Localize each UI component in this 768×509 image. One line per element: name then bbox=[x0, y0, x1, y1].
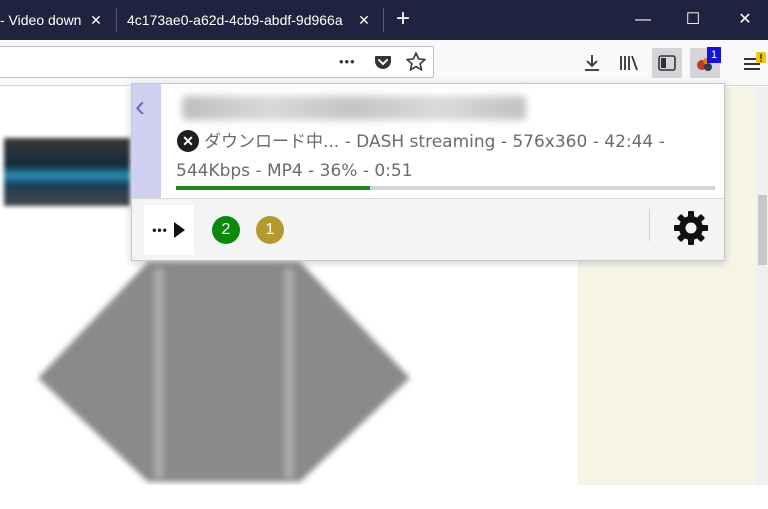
bookmark-star-icon[interactable] bbox=[405, 51, 427, 78]
download-popup: ‹ ✕ ダウンロード中... - DASH streaming - 576x36… bbox=[131, 83, 725, 261]
downloads-icon[interactable] bbox=[577, 48, 607, 78]
settings-gear-icon[interactable] bbox=[670, 207, 712, 249]
video-thumbnail bbox=[4, 138, 130, 206]
more-dots: ••• bbox=[152, 223, 168, 237]
new-tab-button[interactable]: + bbox=[389, 0, 417, 40]
tab-uuid[interactable]: 4c173ae0-a62d-4cb9-abdf-9d966a ✕ bbox=[117, 0, 383, 40]
menu-icon[interactable] bbox=[740, 50, 766, 76]
popup-footer: ••• 2 1 bbox=[132, 198, 724, 260]
download-title-blurred bbox=[182, 96, 526, 120]
more-actions-button[interactable]: ••• bbox=[144, 205, 194, 255]
cancel-download-icon[interactable]: ✕ bbox=[177, 130, 199, 152]
download-status-line2: 544Kbps - MP4 - 36% - 0:51 bbox=[176, 161, 413, 181]
tab-close-icon[interactable]: ✕ bbox=[356, 0, 372, 40]
footer-separator bbox=[649, 209, 650, 241]
pending-count-badge[interactable]: 1 bbox=[256, 216, 284, 244]
play-icon bbox=[173, 222, 185, 238]
maximize-button[interactable]: ☐ bbox=[670, 0, 716, 40]
blurred-page-graphic bbox=[38, 262, 410, 482]
page-actions-button[interactable]: ••• bbox=[339, 54, 356, 69]
library-icon[interactable] bbox=[614, 48, 644, 78]
pocket-icon[interactable] bbox=[373, 52, 393, 77]
url-bar[interactable]: ••• bbox=[0, 46, 434, 78]
page-bottom bbox=[0, 485, 768, 509]
video-downloader-extension-icon[interactable]: 1 bbox=[690, 47, 721, 78]
minimize-button[interactable]: — bbox=[620, 0, 666, 40]
progress-fill bbox=[176, 186, 371, 190]
tab-title: - Video down bbox=[0, 12, 82, 28]
sidebar-toggle-icon[interactable] bbox=[652, 48, 682, 78]
window-close-button[interactable]: ✕ bbox=[722, 0, 768, 40]
completed-count-badge[interactable]: 2 bbox=[212, 216, 240, 244]
scrollbar-thumb[interactable] bbox=[758, 195, 767, 265]
download-status-line1: ダウンロード中... - DASH streaming - 576x360 - … bbox=[204, 132, 665, 152]
tab-title: 4c173ae0-a62d-4cb9-abdf-9d966a bbox=[127, 12, 343, 28]
tab-close-icon[interactable]: ✕ bbox=[88, 0, 104, 40]
tab-separator bbox=[383, 8, 384, 32]
back-chevron-icon[interactable]: ‹ bbox=[135, 92, 157, 122]
tab-video-downloader[interactable]: - Video down ✕ bbox=[0, 0, 115, 40]
scrollbar[interactable] bbox=[756, 87, 768, 509]
extension-badge: 1 bbox=[707, 47, 721, 63]
